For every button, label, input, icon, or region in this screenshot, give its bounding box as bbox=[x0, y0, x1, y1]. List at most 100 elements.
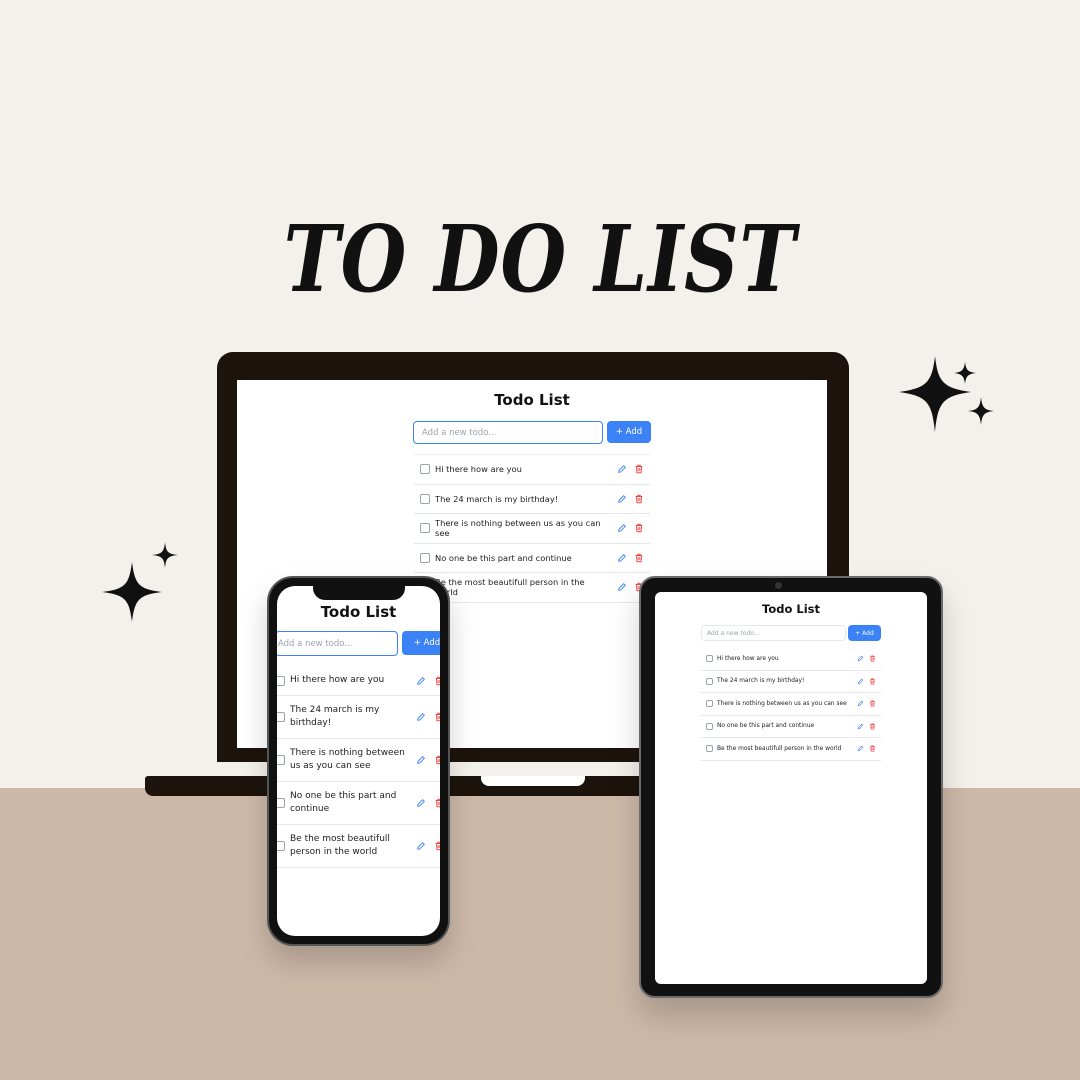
app-title: Todo List bbox=[762, 602, 820, 616]
todo-checkbox[interactable] bbox=[420, 464, 430, 475]
new-todo-input[interactable]: Add a new todo... bbox=[413, 421, 603, 444]
todo-actions bbox=[852, 678, 876, 685]
todo-actions bbox=[610, 494, 644, 504]
todo-actions bbox=[610, 523, 644, 533]
todo-item: No one be this part and continue bbox=[277, 782, 440, 825]
todo-text: Hi there how are you bbox=[290, 675, 385, 685]
new-todo-input[interactable]: Add a new todo... bbox=[277, 631, 398, 656]
todo-actions bbox=[610, 553, 644, 563]
pencil-icon[interactable] bbox=[416, 755, 426, 765]
pencil-icon[interactable] bbox=[857, 745, 864, 752]
todo-text: The 24 march is my birthday! bbox=[435, 493, 559, 504]
todo-checkbox[interactable] bbox=[420, 493, 430, 504]
todo-item: The 24 march is my birthday! bbox=[701, 670, 881, 693]
tablet-screen: Todo List Add a new todo... + Add Hi the… bbox=[655, 592, 927, 984]
todo-actions bbox=[852, 700, 876, 707]
todo-checkbox[interactable] bbox=[420, 523, 430, 534]
todo-text: No one be this part and continue bbox=[290, 791, 397, 814]
add-button[interactable]: + Add bbox=[607, 421, 651, 443]
todo-actions bbox=[408, 712, 440, 722]
todo-item: There is nothing between us as you can s… bbox=[414, 514, 650, 544]
todo-text: The 24 march is my birthday! bbox=[290, 705, 380, 728]
todo-checkbox[interactable] bbox=[277, 841, 285, 851]
add-button[interactable]: + Add bbox=[848, 625, 881, 641]
todo-checkbox[interactable] bbox=[277, 712, 285, 722]
todo-checkbox[interactable] bbox=[420, 552, 430, 563]
trash-icon[interactable] bbox=[869, 655, 876, 662]
todo-actions bbox=[408, 755, 440, 765]
todo-text: No one be this part and continue bbox=[435, 552, 572, 563]
app-title: Todo List bbox=[320, 603, 397, 621]
todo-item: Hi there how are you bbox=[414, 455, 650, 485]
todo-checkbox[interactable] bbox=[706, 655, 713, 663]
trash-icon[interactable] bbox=[634, 464, 644, 474]
pencil-icon[interactable] bbox=[617, 582, 627, 592]
todo-item: The 24 march is my birthday! bbox=[277, 696, 440, 739]
pencil-icon[interactable] bbox=[416, 841, 426, 851]
todo-actions bbox=[408, 676, 440, 686]
sparkle-icon bbox=[102, 542, 178, 622]
todo-actions bbox=[408, 798, 440, 808]
new-todo-input[interactable]: Add a new todo... bbox=[701, 625, 846, 641]
todo-actions bbox=[852, 745, 876, 752]
trash-icon[interactable] bbox=[634, 553, 644, 563]
trash-icon[interactable] bbox=[434, 755, 440, 765]
app-title: Todo List bbox=[494, 391, 570, 409]
trash-icon[interactable] bbox=[434, 712, 440, 722]
pencil-icon[interactable] bbox=[857, 723, 864, 730]
todo-text: Be the most beautifull person in the wor… bbox=[290, 834, 390, 857]
todo-checkbox[interactable] bbox=[277, 675, 285, 686]
todo-checkbox[interactable] bbox=[277, 755, 285, 765]
todo-checkbox[interactable] bbox=[277, 798, 285, 808]
pencil-icon[interactable] bbox=[857, 655, 864, 662]
trash-icon[interactable] bbox=[869, 700, 876, 707]
pencil-icon[interactable] bbox=[416, 712, 426, 722]
pencil-icon[interactable] bbox=[617, 494, 627, 504]
todo-item: The 24 march is my birthday! bbox=[414, 484, 650, 514]
todo-item: Hi there how are you bbox=[701, 648, 881, 671]
todo-actions bbox=[408, 841, 440, 851]
pencil-icon[interactable] bbox=[416, 798, 426, 808]
camera-icon bbox=[775, 582, 782, 589]
todo-item: No one be this part and continue bbox=[414, 543, 650, 573]
todo-text: The 24 march is my birthday! bbox=[717, 678, 805, 685]
sparkle-icon bbox=[899, 356, 994, 432]
pencil-icon[interactable] bbox=[857, 678, 864, 685]
add-button[interactable]: + Add bbox=[402, 631, 440, 655]
todo-checkbox[interactable] bbox=[706, 722, 713, 730]
add-todo-row: Add a new todo... + Add bbox=[701, 625, 881, 641]
trash-icon[interactable] bbox=[434, 798, 440, 808]
trash-icon[interactable] bbox=[869, 723, 876, 730]
trash-icon[interactable] bbox=[434, 676, 440, 686]
pencil-icon[interactable] bbox=[617, 553, 627, 563]
pencil-icon[interactable] bbox=[416, 676, 426, 686]
todo-list: Hi there how are you The 24 march is my b… bbox=[277, 666, 440, 868]
pencil-icon[interactable] bbox=[857, 700, 864, 707]
pencil-icon[interactable] bbox=[617, 523, 627, 533]
laptop-trackpad-notch bbox=[481, 776, 585, 786]
todo-list: Hi there how are you The 24 march is my b… bbox=[701, 648, 881, 761]
pencil-icon[interactable] bbox=[617, 464, 627, 474]
trash-icon[interactable] bbox=[869, 678, 876, 685]
todo-list: Hi there how are you The 24 march is my b… bbox=[414, 454, 650, 603]
add-todo-row: Add a new todo... + Add bbox=[277, 631, 440, 656]
todo-item: There is nothing between us as you can s… bbox=[701, 693, 881, 716]
phone-screen: Todo List Add a new todo... + Add Hi the… bbox=[277, 586, 440, 936]
trash-icon[interactable] bbox=[634, 494, 644, 504]
todo-item: No one be this part and continue bbox=[701, 715, 881, 738]
trash-icon[interactable] bbox=[634, 523, 644, 533]
todo-actions bbox=[852, 655, 876, 662]
todo-item: There is nothing between us as you can s… bbox=[277, 739, 440, 782]
todo-checkbox[interactable] bbox=[706, 745, 713, 753]
todo-checkbox[interactable] bbox=[706, 700, 713, 708]
todo-checkbox[interactable] bbox=[706, 677, 713, 685]
trash-icon[interactable] bbox=[434, 841, 440, 851]
todo-item: Be the most beautifull person in the wor… bbox=[277, 825, 440, 868]
phone-notch bbox=[313, 584, 405, 600]
todo-text: There is nothing between us as you can s… bbox=[717, 700, 847, 707]
todo-text: There is nothing between us as you can s… bbox=[290, 748, 405, 771]
todo-text: No one be this part and continue bbox=[717, 723, 815, 730]
headline: TO DO LIST bbox=[283, 205, 797, 313]
trash-icon[interactable] bbox=[869, 745, 876, 752]
todo-text: Be the most beautifull person in the wor… bbox=[717, 745, 842, 752]
